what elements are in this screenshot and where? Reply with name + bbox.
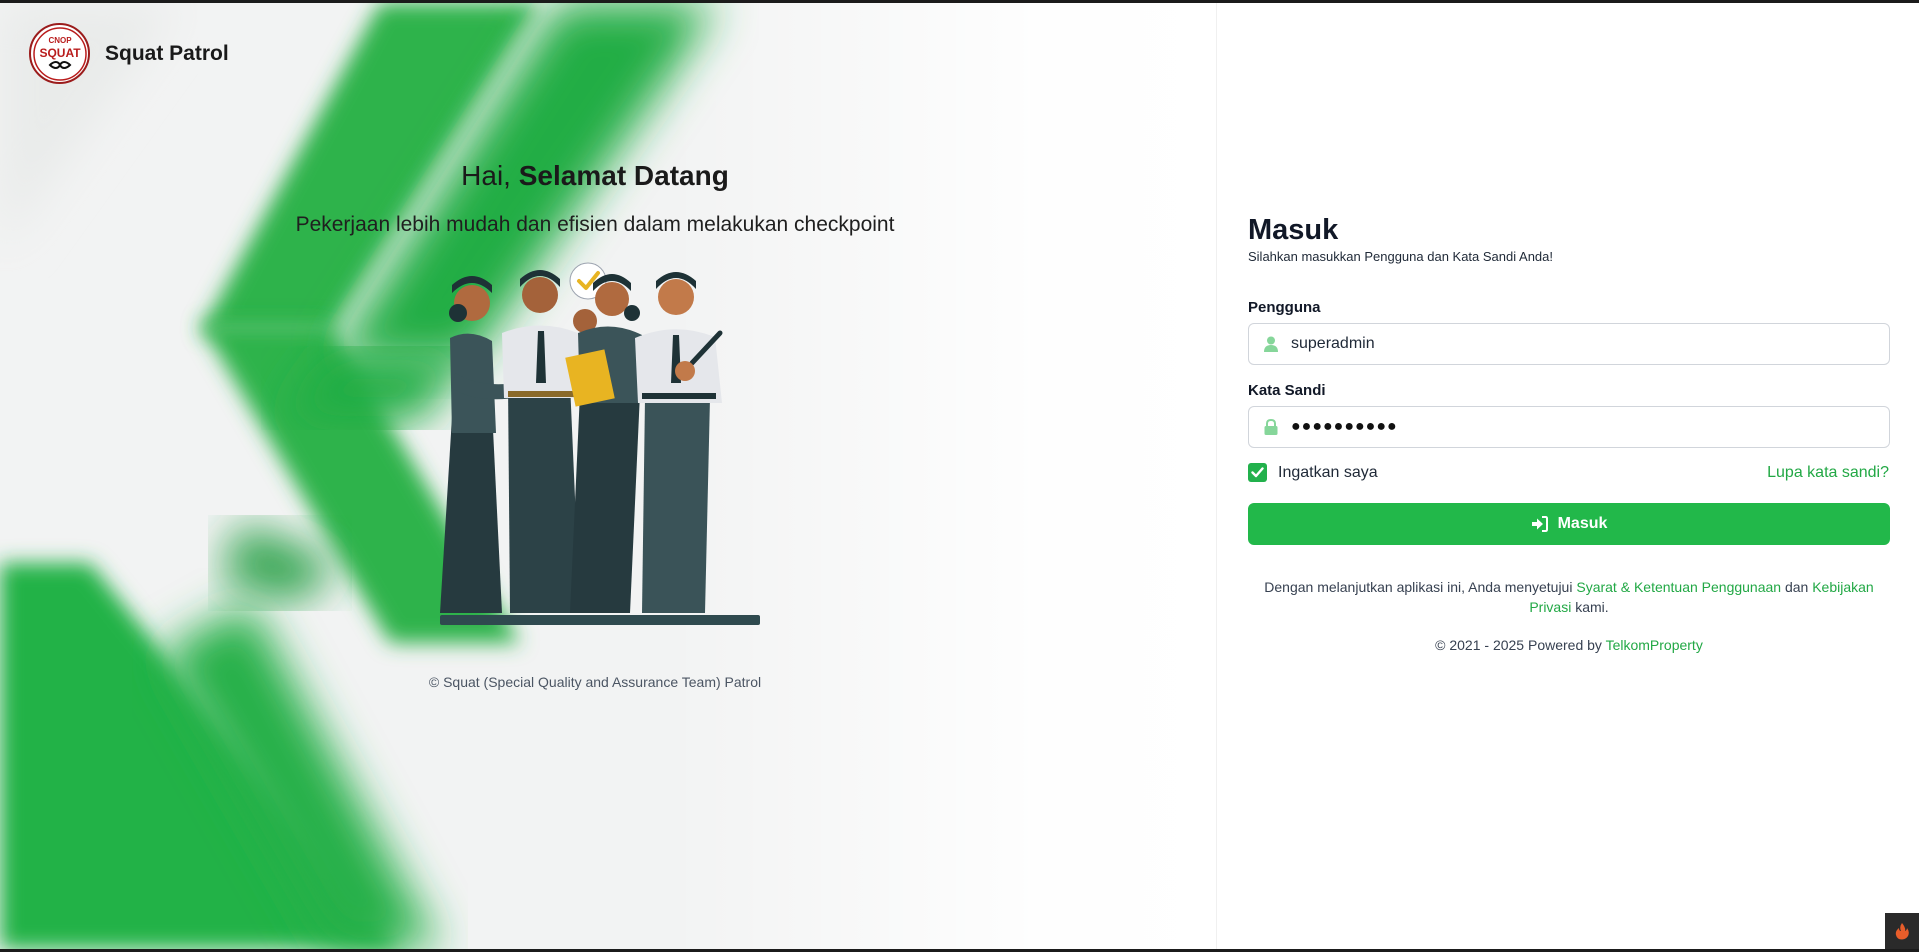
terms-text: Dengan melanjutkan aplikasi ini, Anda me… xyxy=(1248,577,1890,617)
flame-icon xyxy=(1895,923,1909,940)
username-label: Pengguna xyxy=(1248,299,1321,316)
powered-link[interactable]: TelkomProperty xyxy=(1606,637,1703,653)
logo-text-top: CNOP xyxy=(48,36,72,45)
login-panel: Masuk Silahkan masukkan Pengguna dan Kat… xyxy=(1216,3,1919,949)
remember-checkbox[interactable] xyxy=(1248,463,1267,482)
terms-prefix: Dengan melanjutkan aplikasi ini, Anda me… xyxy=(1264,579,1573,595)
login-subtitle: Silahkan masukkan Pengguna dan Kata Sand… xyxy=(1248,249,1554,264)
logo-text-main: SQUAT xyxy=(39,46,81,60)
terms-link[interactable]: Syarat & Ketentuan Penggunaan xyxy=(1576,579,1781,595)
login-button[interactable]: Masuk xyxy=(1248,503,1890,545)
security-team-illustration xyxy=(440,262,760,625)
brand-name: Squat Patrol xyxy=(105,41,229,65)
login-title: Masuk xyxy=(1248,214,1339,246)
remember-label: Ingatkan saya xyxy=(1278,463,1378,481)
hero-panel: CNOP SQUAT Squat Patrol Hai, Selamat Dat… xyxy=(0,3,1216,949)
username-field[interactable] xyxy=(1248,323,1890,365)
lock-icon xyxy=(1263,419,1279,435)
greeting-bold: Selamat Datang xyxy=(518,160,729,191)
powered-by: © 2021 - 2025 Powered by TelkomProperty xyxy=(1248,637,1890,653)
terms-suffix: kami. xyxy=(1575,599,1609,615)
login-button-label: Masuk xyxy=(1557,515,1608,532)
brand-logo: CNOP SQUAT xyxy=(29,23,90,84)
debug-toolbar-toggle[interactable] xyxy=(1885,913,1919,949)
forgot-password-link[interactable]: Lupa kata sandi? xyxy=(1767,464,1889,482)
remember-me[interactable]: Ingatkan saya xyxy=(1248,463,1378,482)
check-icon xyxy=(1251,467,1264,478)
hero-subtitle: Pekerjaan lebih mudah dan efisien dalam … xyxy=(295,213,895,236)
username-input[interactable] xyxy=(1291,335,1871,353)
greeting-prefix: Hai, xyxy=(461,160,511,191)
password-label: Kata Sandi xyxy=(1248,382,1326,399)
terms-connector: dan xyxy=(1784,579,1809,595)
user-icon xyxy=(1263,336,1279,352)
sign-in-icon xyxy=(1531,516,1548,532)
password-field[interactable]: ●●●●●●●●●● xyxy=(1248,406,1890,448)
password-input[interactable]: ●●●●●●●●●● xyxy=(1291,418,1398,436)
brand: CNOP SQUAT Squat Patrol xyxy=(29,23,229,84)
powered-prefix: © 2021 - 2025 Powered by xyxy=(1435,637,1602,653)
welcome-heading: Hai, Selamat Datang xyxy=(0,160,1190,192)
hero-copyright: © Squat (Special Quality and Assurance T… xyxy=(428,674,762,690)
